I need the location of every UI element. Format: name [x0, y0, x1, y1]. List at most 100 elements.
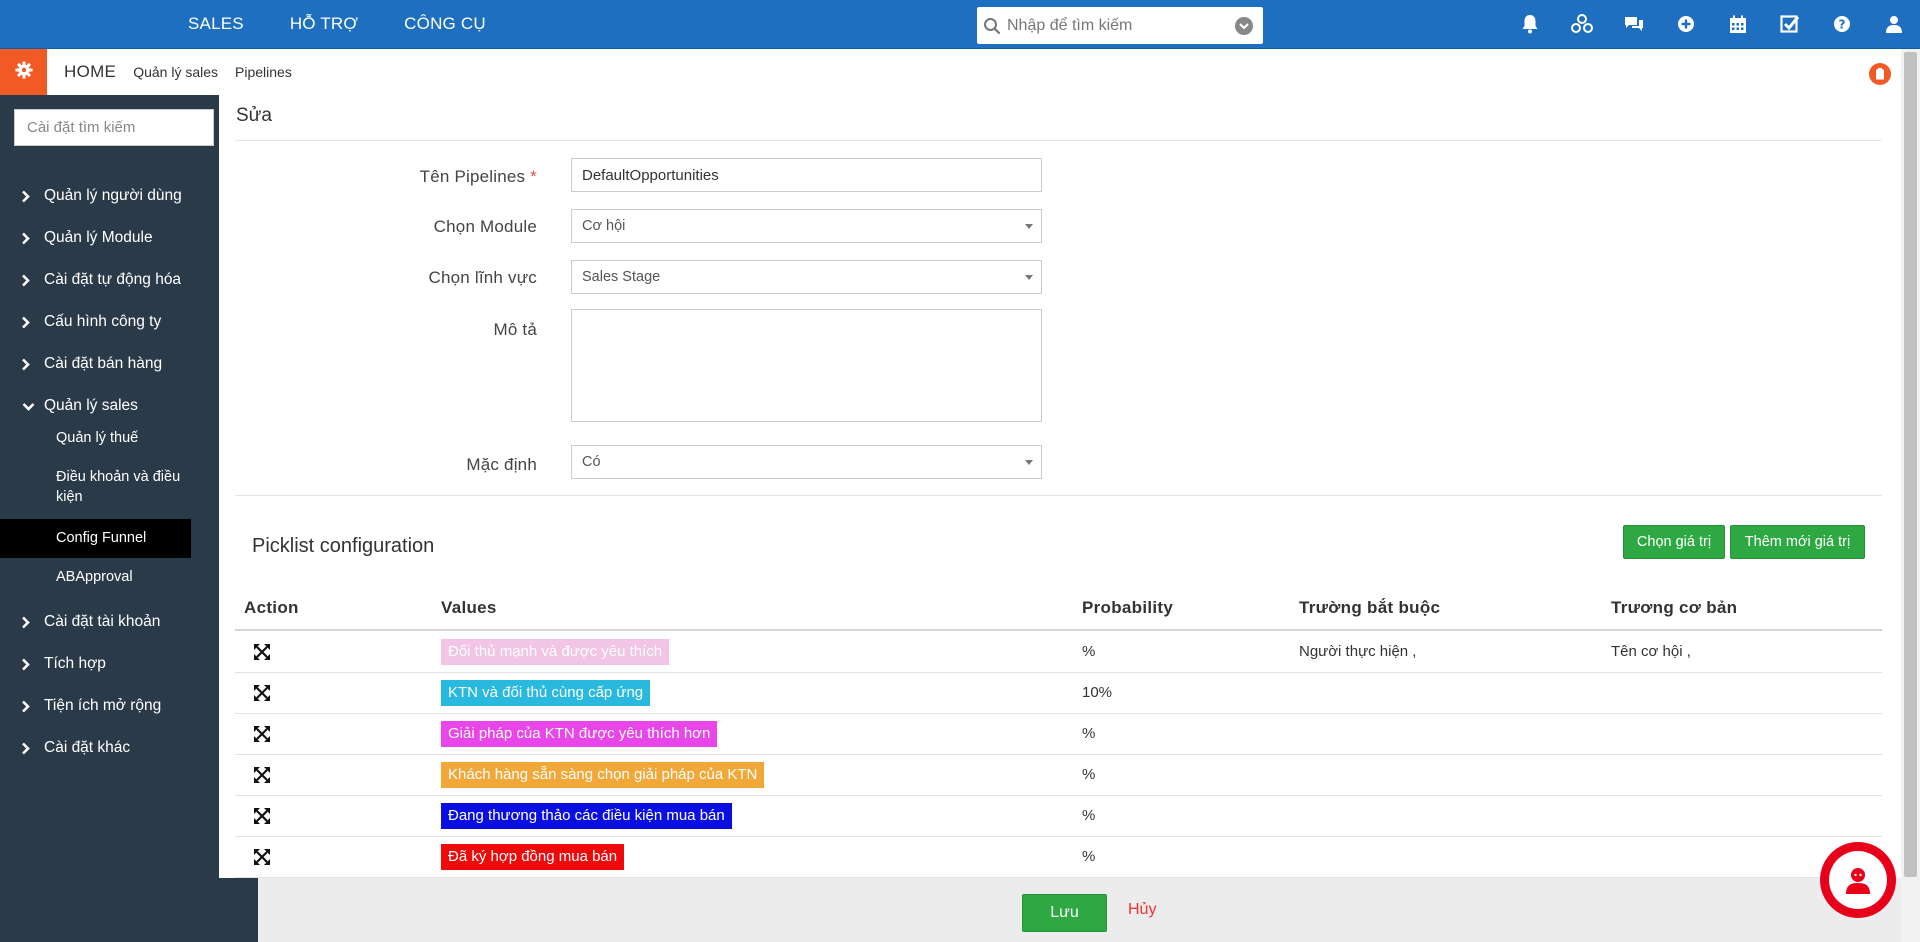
page-scrollbar[interactable]: [1901, 49, 1920, 942]
move-icon[interactable]: [254, 766, 270, 783]
move-icon[interactable]: [254, 684, 270, 701]
picklist-probability: %: [1082, 806, 1096, 824]
chevron-down-icon[interactable]: [1235, 16, 1253, 35]
breadcrumb-pipelines[interactable]: Pipelines: [235, 64, 292, 80]
table-row-divider: [235, 836, 1882, 837]
sidebar-item-label: Cài đặt tài khoản: [44, 613, 161, 630]
sidebar-item-label: Cấu hình công ty: [44, 313, 162, 330]
picklist-probability: %: [1082, 724, 1096, 742]
table-row-divider: [235, 795, 1882, 796]
cancel-button[interactable]: Hủy: [1128, 901, 1156, 919]
sidebar-sub-abapproval[interactable]: ABApproval: [56, 567, 196, 587]
module-label: Chọn Module: [433, 217, 537, 236]
default-select-value: Có: [582, 454, 601, 470]
settings-search-input[interactable]: Cài đặt tìm kiếm: [14, 109, 214, 146]
column-header-required: Trường bắt buộc: [1299, 598, 1441, 617]
agent-icon: [1829, 851, 1887, 909]
table-header-line: [235, 629, 1882, 631]
breadcrumb: HOME Quản lý sales Pipelines: [64, 49, 309, 95]
default-label: Mặc định: [466, 455, 537, 474]
sidebar-item-label: Quản lý sales: [44, 397, 138, 414]
save-button[interactable]: Lưu: [1022, 894, 1107, 932]
sidebar-item-label: Tích hợp: [44, 655, 106, 672]
chevron-right-icon: [0, 274, 44, 287]
move-icon[interactable]: [254, 643, 270, 660]
divider: [235, 495, 1882, 496]
top-navbar: SALES HỖ TRỢ CÔNG CỤ Nhập để tìm kiếm ?: [0, 0, 1920, 49]
default-select[interactable]: Có: [571, 445, 1042, 479]
user-icon[interactable]: [1868, 15, 1920, 33]
chevron-down-icon: [0, 402, 44, 411]
pipeline-name-input[interactable]: DefaultOpportunities: [571, 158, 1042, 192]
sidebar-sub-tax[interactable]: Quản lý thuế: [56, 428, 196, 448]
sidebar-item-sales-management[interactable]: Quản lý sales: [0, 391, 219, 421]
chevron-right-icon: [0, 700, 44, 713]
chevron-right-icon: [0, 232, 44, 245]
network-icon[interactable]: [1556, 14, 1608, 34]
description-label: Mô tả: [493, 320, 537, 339]
picklist-value: KTN và đối thủ cùng cấp ứng: [441, 679, 651, 706]
column-header-values: Values: [441, 598, 497, 617]
sidebar-item-label: Tiện ích mở rộng: [44, 697, 162, 714]
breadcrumb-sales[interactable]: Quản lý sales: [133, 64, 218, 80]
gear-icon: [15, 61, 33, 84]
menu-sales[interactable]: SALES: [188, 14, 244, 34]
search-placeholder: Nhập để tìm kiếm: [1007, 16, 1133, 34]
picklist-basic-field: Tên cơ hội ,: [1611, 642, 1691, 660]
pipeline-name-label-text: Tên Pipelines: [419, 167, 526, 186]
chat-icon[interactable]: [1608, 15, 1660, 33]
picklist-probability: %: [1082, 847, 1096, 865]
description-textarea[interactable]: [571, 309, 1042, 422]
support-chat-button[interactable]: [1820, 842, 1896, 918]
scrollbar-thumb[interactable]: [1904, 52, 1917, 877]
search-icon: [977, 17, 1007, 35]
clipboard-icon[interactable]: [1869, 63, 1891, 85]
settings-gear-button[interactable]: [0, 49, 47, 95]
sidebar-item-label: Cài đặt tự động hóa: [44, 271, 182, 288]
sidebar-item-label: Cài đặt bán hàng: [44, 355, 163, 372]
sidebar-sub-config-funnel[interactable]: Config Funnel: [56, 528, 196, 548]
sidebar-bottom-strip: [219, 878, 258, 942]
add-value-button[interactable]: Thêm mới giá trị: [1730, 525, 1865, 559]
sidebar-item-label: Quản lý người dùng: [44, 187, 182, 204]
bell-icon[interactable]: [1504, 14, 1556, 34]
plus-circle-icon[interactable]: [1660, 15, 1712, 33]
chevron-right-icon: [0, 190, 44, 203]
sidebar-item-account[interactable]: Cài đặt tài khoản: [0, 607, 219, 637]
divider: [235, 140, 1882, 141]
sidebar-item-sales-settings[interactable]: Cài đặt bán hàng: [0, 349, 219, 379]
move-icon[interactable]: [254, 725, 270, 742]
sidebar: Cài đặt tìm kiếm Quản lý người dùng Quản…: [0, 95, 219, 942]
page-title: Sửa: [236, 105, 272, 126]
caret-down-icon: [1025, 275, 1033, 280]
caret-down-icon: [1025, 460, 1033, 465]
field-select[interactable]: Sales Stage: [571, 260, 1042, 294]
svg-text:?: ?: [1839, 18, 1846, 32]
sidebar-item-extensions[interactable]: Tiện ích mở rộng: [0, 691, 219, 721]
sidebar-sub-terms[interactable]: Điều khoản và điều kiện: [56, 467, 196, 507]
picklist-value: Khách hàng sẵn sàng chọn giải pháp của K…: [441, 761, 765, 788]
calendar-icon[interactable]: [1712, 15, 1764, 34]
picklist-value: Đang thương thảo các điều kiện mua bán: [441, 802, 732, 829]
required-mark: *: [530, 167, 537, 186]
field-label: Chọn lĩnh vực: [428, 268, 537, 287]
help-icon[interactable]: ?: [1816, 15, 1868, 33]
module-select[interactable]: Cơ hội: [571, 209, 1042, 243]
move-icon[interactable]: [254, 848, 270, 865]
sidebar-item-company[interactable]: Cấu hình công ty: [0, 307, 219, 337]
menu-support[interactable]: HỖ TRỢ: [290, 14, 358, 34]
move-icon[interactable]: [254, 807, 270, 824]
sidebar-item-other[interactable]: Cài đặt khác: [0, 733, 219, 763]
column-header-probability: Probability: [1082, 598, 1174, 617]
module-select-value: Cơ hội: [582, 218, 626, 234]
breadcrumb-home[interactable]: HOME: [64, 62, 116, 82]
checkbox-icon[interactable]: [1764, 14, 1816, 34]
chevron-right-icon: [0, 316, 44, 329]
sidebar-item-automation[interactable]: Cài đặt tự động hóa: [0, 265, 219, 295]
global-search-input[interactable]: Nhập để tìm kiếm: [977, 7, 1263, 44]
sidebar-item-users[interactable]: Quản lý người dùng: [0, 181, 219, 211]
menu-tools[interactable]: CÔNG CỤ: [404, 14, 486, 34]
choose-value-button[interactable]: Chọn giá trị: [1623, 525, 1725, 559]
sidebar-item-integration[interactable]: Tích hợp: [0, 649, 219, 679]
sidebar-item-modules[interactable]: Quản lý Module: [0, 223, 219, 253]
